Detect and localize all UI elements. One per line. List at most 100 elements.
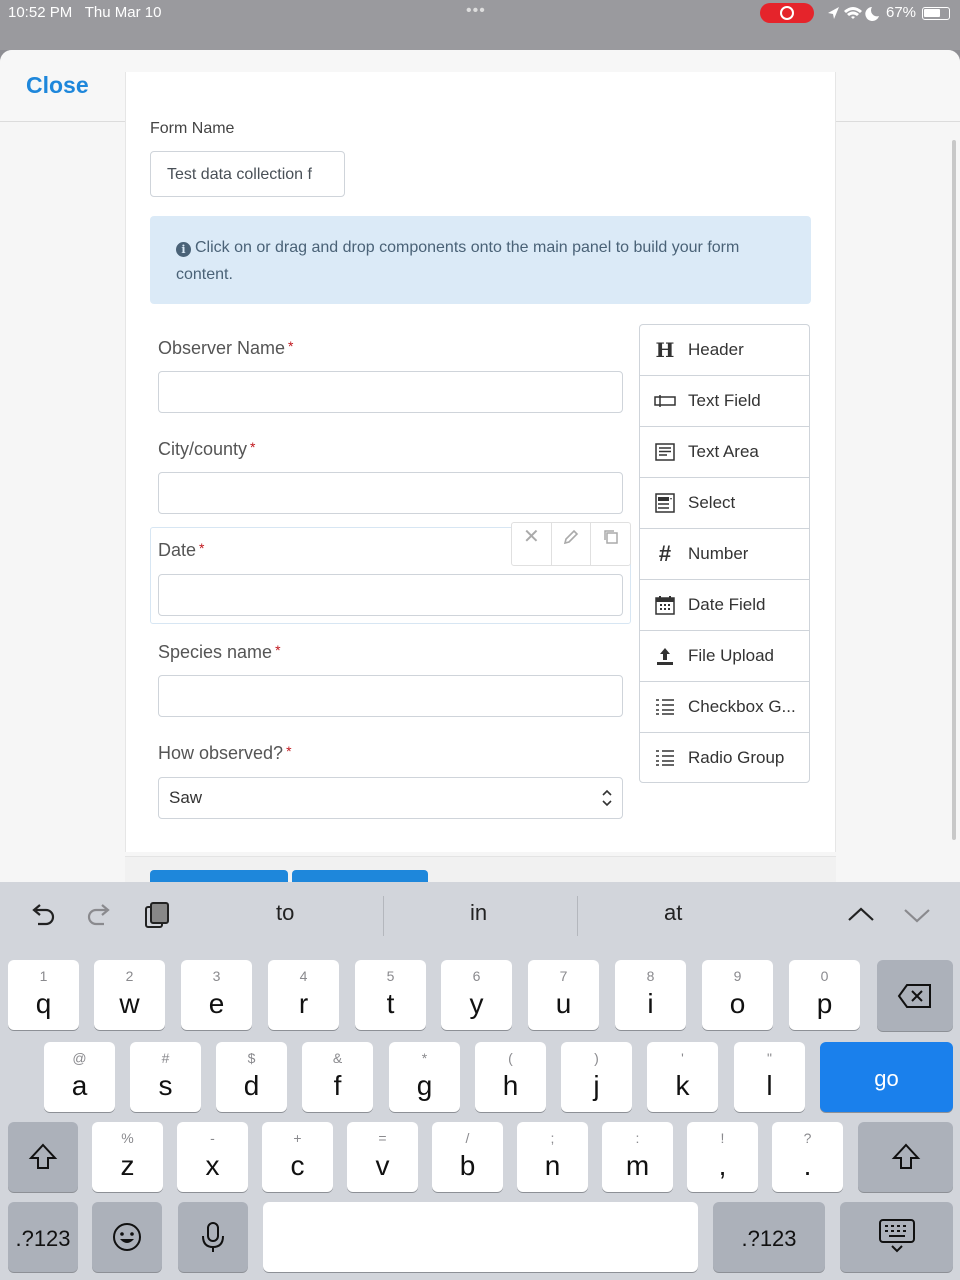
key-period[interactable]: ?.	[772, 1122, 843, 1192]
go-key[interactable]: go	[820, 1042, 953, 1112]
info-text: Click on or drag and drop components ont…	[176, 239, 740, 283]
info-alert: i Click on or drag and drop components on…	[150, 216, 811, 304]
species-name-input[interactable]	[158, 675, 623, 717]
multitasking-dots-icon[interactable]: •••	[466, 2, 486, 20]
key-x[interactable]: -x	[177, 1122, 248, 1192]
key-q[interactable]: 1q	[8, 960, 79, 1030]
palette-file-upload[interactable]: File Upload	[639, 630, 810, 681]
key-char: q	[35, 988, 52, 1019]
city-county-input[interactable]	[158, 472, 623, 514]
key-hint: +	[293, 1130, 302, 1146]
key-h[interactable]: (h	[475, 1042, 546, 1112]
numbers-key-right[interactable]: .?123	[713, 1202, 825, 1272]
key-l[interactable]: " l	[734, 1042, 805, 1112]
key-d[interactable]: $ d	[216, 1042, 287, 1112]
how-observed-label: How observed? *	[158, 743, 292, 763]
text-area-icon	[654, 441, 676, 463]
prediction-2[interactable]: in	[470, 900, 487, 926]
redo-icon[interactable]	[84, 900, 114, 930]
key-char: m	[625, 1150, 650, 1181]
key-b[interactable]: / b	[432, 1122, 503, 1192]
key-v[interactable]: = v	[347, 1122, 418, 1192]
key-comma[interactable]: !,	[687, 1122, 758, 1192]
observer-name-label: Observer Name *	[158, 338, 294, 358]
primary-button-partial[interactable]	[150, 870, 288, 882]
palette-number[interactable]: # Number	[639, 528, 810, 579]
dictation-key[interactable]	[178, 1202, 248, 1272]
key-hint: 8	[646, 968, 655, 984]
form-name-input[interactable]: Test data collection f	[150, 151, 345, 197]
key-e[interactable]: 3e	[181, 960, 252, 1030]
key-c[interactable]: + c	[262, 1122, 333, 1192]
key-w[interactable]: 2w	[94, 960, 165, 1030]
prediction-3[interactable]: at	[664, 900, 682, 926]
date-input[interactable]	[158, 574, 623, 616]
key-n[interactable]: ; n	[517, 1122, 588, 1192]
select-arrows-icon	[602, 789, 612, 807]
secondary-button-partial[interactable]	[292, 870, 428, 882]
palette-select[interactable]: Select	[639, 477, 810, 528]
chevron-up-icon[interactable]	[846, 900, 876, 930]
paste-icon[interactable]	[142, 900, 172, 930]
key-z[interactable]: % z	[92, 1122, 163, 1192]
shift-key-left[interactable]	[8, 1122, 78, 1192]
screen-recording-icon[interactable]	[760, 3, 814, 23]
key-f[interactable]: & f	[302, 1042, 373, 1112]
key-k[interactable]: ' k	[647, 1042, 718, 1112]
edit-component-button[interactable]	[552, 523, 592, 565]
header-icon: H	[655, 338, 675, 362]
key-hint: 0	[820, 968, 829, 984]
key-char: t	[386, 988, 395, 1019]
key-char: r	[298, 988, 309, 1019]
chevron-down-icon[interactable]	[902, 900, 932, 930]
palette-date-field[interactable]: Date Field	[639, 579, 810, 630]
palette-checkbox-group[interactable]: Checkbox G...	[639, 681, 810, 732]
numbers-key-left[interactable]: .?123	[8, 1202, 78, 1272]
how-observed-select[interactable]: Saw	[158, 777, 623, 819]
key-j[interactable]: ) j	[561, 1042, 632, 1112]
key-hint: =	[378, 1130, 387, 1146]
key-char: ,	[718, 1150, 727, 1181]
key-i[interactable]: 8i	[615, 960, 686, 1030]
key-hint: -	[210, 1130, 215, 1146]
close-button[interactable]: Close	[26, 72, 89, 99]
dismiss-keyboard-key[interactable]	[840, 1202, 953, 1272]
key-hint: /	[465, 1130, 470, 1146]
key-char: s	[158, 1070, 173, 1101]
key-y[interactable]: 6y	[441, 960, 512, 1030]
key-hint: *	[421, 1050, 428, 1066]
remove-component-button[interactable]: ✕	[512, 523, 552, 565]
palette-radio-group[interactable]: Radio Group	[639, 732, 810, 783]
palette-text-field[interactable]: Text Field	[639, 375, 810, 426]
how-observed-value: Saw	[169, 788, 203, 807]
copy-component-button[interactable]	[591, 523, 630, 565]
space-key[interactable]	[263, 1202, 698, 1272]
observer-name-input[interactable]	[158, 371, 623, 413]
key-u[interactable]: 7u	[528, 960, 599, 1030]
palette-text-area[interactable]: Text Area	[639, 426, 810, 477]
key-hint: 7	[559, 968, 568, 984]
scrollbar[interactable]	[952, 140, 956, 840]
key-m[interactable]: :m	[602, 1122, 673, 1192]
list-icon	[654, 696, 676, 718]
prediction-divider	[383, 896, 384, 936]
shift-key-right[interactable]	[858, 1122, 953, 1192]
key-p[interactable]: 0p	[789, 960, 860, 1030]
key-g[interactable]: * g	[389, 1042, 460, 1112]
key-s[interactable]: # s	[130, 1042, 201, 1112]
list-icon	[654, 747, 676, 769]
key-hint: %	[121, 1130, 134, 1146]
key-char: a	[71, 1070, 88, 1101]
key-char: j	[593, 1070, 600, 1101]
prediction-1[interactable]: to	[276, 900, 294, 926]
emoji-key[interactable]	[92, 1202, 162, 1272]
key-r[interactable]: 4r	[268, 960, 339, 1030]
key-a[interactable]: @ a	[44, 1042, 115, 1112]
key-char: u	[555, 988, 572, 1019]
key-char: f	[333, 1070, 342, 1101]
palette-header[interactable]: H Header	[639, 324, 810, 375]
key-t[interactable]: 5t	[355, 960, 426, 1030]
backspace-key[interactable]	[877, 960, 953, 1031]
key-o[interactable]: 9o	[702, 960, 773, 1030]
undo-icon[interactable]	[28, 900, 58, 930]
